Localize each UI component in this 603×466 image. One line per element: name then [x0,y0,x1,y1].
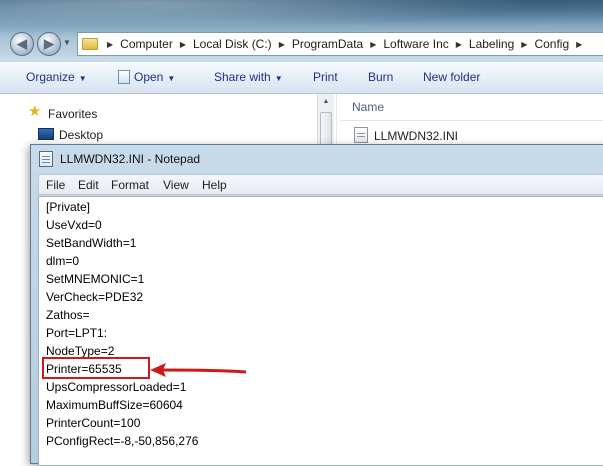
menu-view[interactable]: View [163,178,189,192]
chevron-right-icon[interactable]: ▶ [279,40,285,49]
text-line: Port=LPT1: [46,326,108,340]
share-with-label: Share with [214,70,271,84]
print-button[interactable]: Print [313,70,338,84]
chevron-right-icon[interactable]: ▶ [180,40,186,49]
text-line: [Private] [46,200,91,214]
recent-pages-dropdown-icon[interactable]: ▼ [63,38,73,50]
breadcrumb-programdata[interactable]: ProgramData [292,37,363,51]
notepad-menubar: File Edit Format View Help [38,174,603,195]
column-header-name[interactable]: Name [352,100,384,114]
breadcrumb-config[interactable]: Config [534,37,569,51]
text-line: dlm=0 [46,254,80,268]
new-folder-button[interactable]: New folder [423,70,480,84]
open-button[interactable]: Open ▼ [118,70,175,84]
ini-file-icon [354,127,368,143]
text-line: MaximumBuffSize=60604 [46,398,183,412]
chevron-right-icon[interactable]: ▶ [576,40,582,49]
burn-button[interactable]: Burn [368,70,393,84]
chevron-right-icon[interactable]: ▶ [521,40,527,49]
file-item-llmwdn32[interactable]: LLMWDN32.INI [374,129,458,143]
nav-item-desktop[interactable]: Desktop [59,128,103,142]
chevron-right-icon[interactable]: ▶ [370,40,376,49]
highlight-box [42,357,150,379]
address-bar[interactable]: ▶ Computer ▶ Local Disk (C:) ▶ ProgramDa… [77,32,603,56]
text-line: NodeType=2 [46,344,115,358]
chevron-right-icon[interactable]: ▶ [107,40,113,49]
forward-arrow-icon: ▶ [44,36,54,51]
folder-icon [82,38,98,50]
menu-edit[interactable]: Edit [78,178,99,192]
breadcrumb-local-disk[interactable]: Local Disk (C:) [193,37,272,51]
chevron-down-icon: ▼ [78,74,87,83]
menu-help[interactable]: Help [202,178,227,192]
organize-label: Organize [26,70,75,84]
share-with-button[interactable]: Share with ▼ [214,70,283,84]
chevron-right-icon[interactable]: ▶ [456,40,462,49]
open-label: Open [134,70,164,84]
breadcrumb-computer[interactable]: Computer [120,37,173,51]
text-line: SetBandWidth=1 [46,236,137,250]
nav-item-favorites[interactable]: Favorites [48,107,97,121]
menu-file[interactable]: File [46,178,65,192]
organize-button[interactable]: Organize ▼ [26,70,87,84]
breadcrumb-labeling[interactable]: Labeling [469,37,514,51]
notepad-icon [118,70,130,84]
column-header-divider [340,120,603,121]
annotation-arrow-icon [150,363,247,377]
notepad-window: LLMWDN32.INI - Notepad File Edit Format … [30,144,603,466]
desktop-icon [38,128,54,140]
text-editor-area[interactable]: [Private] UseVxd=0 SetBandWidth=1 dlm=0 … [38,196,603,466]
explorer-toolbar: Organize ▼ Open ▼ Share with ▼ Print Burn N… [0,62,603,94]
text-line: VerCheck=PDE32 [46,290,144,304]
notepad-icon [39,151,53,167]
notepad-title: LLMWDN32.INI - Notepad [60,152,201,166]
back-button[interactable]: ◀ [10,32,34,56]
text-line: PConfigRect=-8,-50,856,276 [46,434,199,448]
text-line: UseVxd=0 [46,218,102,232]
text-line: SetMNEMONIC=1 [46,272,145,286]
text-line: Zathos= [46,308,90,322]
scroll-up-icon[interactable]: ▲ [318,94,334,110]
back-arrow-icon: ◀ [17,36,27,51]
forward-button[interactable]: ▶ [37,32,61,56]
text-line: UpsCompressorLoaded=1 [46,380,187,394]
breadcrumb-loftware[interactable]: Loftware Inc [383,37,448,51]
chevron-down-icon: ▼ [167,74,176,83]
favorites-star-icon: ★ [28,103,42,120]
text-line: PrinterCount=100 [46,416,141,430]
chevron-down-icon: ▼ [274,74,283,83]
menu-format[interactable]: Format [111,178,149,192]
